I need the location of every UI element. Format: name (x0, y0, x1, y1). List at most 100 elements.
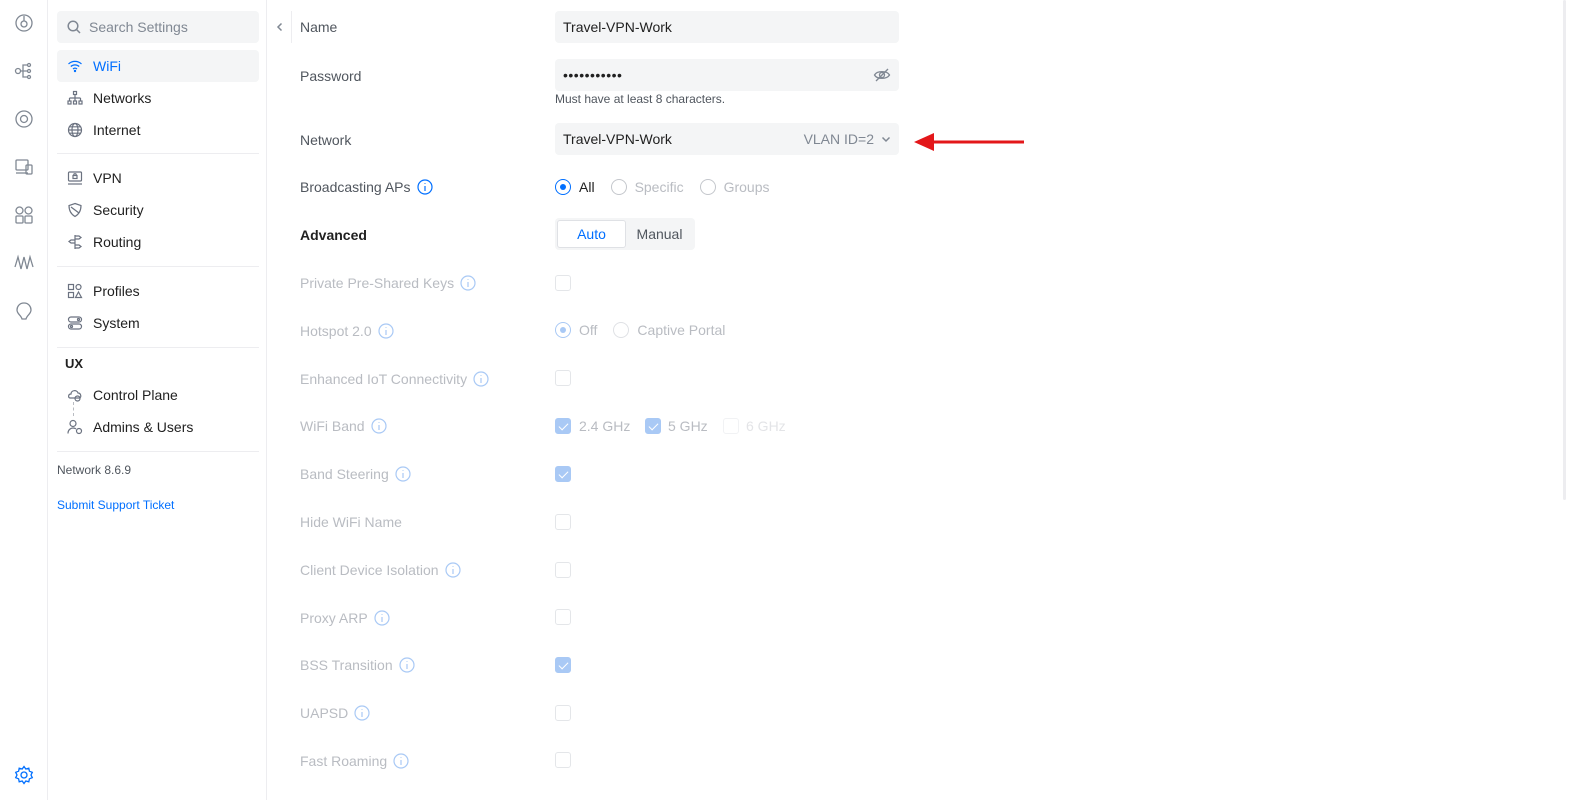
sidebar-item-label: Profiles (93, 283, 140, 299)
globe-icon (66, 121, 84, 139)
apps-icon[interactable] (12, 203, 36, 227)
control-plane-icon (66, 386, 84, 404)
private-psk-checkbox[interactable] (555, 275, 571, 291)
radio-label: Off (579, 322, 598, 338)
info-icon[interactable] (370, 418, 387, 434)
uapsd-checkbox[interactable] (555, 705, 571, 721)
iot-checkbox[interactable] (555, 370, 571, 386)
info-icon[interactable] (374, 610, 390, 626)
red-arrow-annotation (914, 133, 1024, 151)
sidebar-item-internet[interactable]: Internet (57, 114, 259, 146)
info-icon[interactable] (395, 466, 411, 482)
broadcasting-aps-radio-group: All Specific Groups (555, 179, 786, 195)
band-steering-label-text: Band Steering (300, 466, 389, 482)
networks-icon (66, 89, 84, 107)
info-icon[interactable] (393, 753, 409, 769)
radio-label: All (579, 179, 595, 195)
band-5ghz-checkbox[interactable] (645, 418, 661, 434)
name-input[interactable] (563, 19, 891, 35)
sidebar-item-networks[interactable]: Networks (57, 82, 259, 114)
proxy-arp-checkbox[interactable] (555, 609, 571, 625)
settings-icon[interactable] (12, 763, 36, 787)
sidebar-item-security[interactable]: Security (57, 194, 259, 226)
password-input[interactable] (563, 67, 873, 83)
sidebar-item-label: Security (93, 202, 144, 218)
sidebar-item-label: VPN (93, 170, 122, 186)
band-2-4ghz-checkbox[interactable] (555, 418, 571, 434)
chevron-down-icon (874, 134, 891, 144)
info-icon[interactable] (460, 275, 476, 291)
iot-label: Enhanced IoT Connectivity (300, 371, 489, 387)
broadcasting-aps-label: Broadcasting APs (300, 179, 433, 195)
info-icon[interactable] (378, 323, 394, 339)
search-box[interactable] (57, 11, 259, 43)
radio-all[interactable]: All (555, 179, 595, 195)
radio-label: Captive Portal (637, 322, 726, 338)
settings-sidebar: WiFi Networks Internet VPN Security Rout… (49, 0, 267, 800)
divider (57, 347, 259, 348)
iot-label-text: Enhanced IoT Connectivity (300, 371, 468, 387)
sidebar-item-admins[interactable]: Admins & Users (57, 411, 259, 443)
radio-label: Groups (723, 179, 770, 195)
password-field-wrapper (555, 59, 899, 91)
collapse-sidebar-button[interactable] (268, 11, 292, 43)
info-icon[interactable] (416, 179, 433, 195)
search-icon (67, 20, 81, 34)
sidebar-item-profiles[interactable]: Profiles (57, 275, 259, 307)
sidebar-item-wifi[interactable]: WiFi (57, 50, 259, 82)
client-isolation-label-text: Client Device Isolation (300, 562, 439, 578)
band-6ghz-checkbox[interactable] (723, 418, 739, 434)
hide-wifi-name-checkbox[interactable] (555, 514, 571, 530)
clients-icon[interactable] (12, 155, 36, 179)
divider (57, 451, 259, 452)
sidebar-item-routing[interactable]: Routing (57, 226, 259, 258)
uapsd-label: UAPSD (300, 705, 370, 721)
insights-icon[interactable] (12, 251, 36, 275)
info-icon[interactable] (354, 705, 370, 721)
eye-off-icon[interactable] (873, 66, 891, 84)
advanced-auto-button[interactable]: Auto (557, 220, 626, 248)
password-hint: Must have at least 8 characters. (555, 92, 726, 106)
proxy-arp-label: Proxy ARP (300, 610, 390, 626)
divider (57, 266, 259, 267)
hotspot-label: Hotspot 2.0 (300, 323, 394, 339)
radio-specific[interactable]: Specific (610, 179, 684, 195)
sidebar-item-vpn[interactable]: VPN (57, 162, 259, 194)
fast-roaming-label: Fast Roaming (300, 753, 409, 769)
sidebar-item-system[interactable]: System (57, 307, 259, 339)
sidebar-item-label: Networks (93, 90, 152, 106)
search-input[interactable] (89, 19, 259, 35)
devices-icon[interactable] (12, 107, 36, 131)
bss-transition-checkbox[interactable] (555, 657, 571, 673)
band-6ghz-label: 6 GHz (746, 418, 786, 434)
info-icon[interactable] (473, 371, 489, 387)
client-isolation-checkbox[interactable] (555, 562, 571, 578)
info-icon[interactable] (399, 657, 415, 673)
sidebar-item-control-plane[interactable]: Control Plane (57, 379, 259, 411)
broadcasting-aps-label-text: Broadcasting APs (300, 179, 411, 195)
sidebar-item-label: Control Plane (93, 387, 178, 403)
innerspace-icon[interactable] (12, 299, 36, 323)
radio-captive-portal[interactable]: Captive Portal (613, 322, 725, 338)
private-psk-label: Private Pre-Shared Keys (300, 275, 476, 291)
divider (57, 153, 259, 154)
wifi-band-label: WiFi Band (300, 418, 387, 434)
advanced-label: Advanced (300, 227, 367, 243)
sidebar-item-label: WiFi (93, 58, 121, 74)
band-steering-checkbox[interactable] (555, 466, 571, 482)
topology-icon[interactable] (12, 59, 36, 83)
chevron-left-icon (275, 22, 285, 32)
scrollbar[interactable] (1563, 0, 1566, 500)
advanced-manual-button[interactable]: Manual (626, 220, 693, 248)
submit-support-ticket-link[interactable]: Submit Support Ticket (57, 498, 174, 512)
radio-hotspot-off[interactable]: Off (555, 322, 597, 338)
password-label: Password (300, 68, 362, 84)
dashboard-icon[interactable] (12, 11, 36, 35)
info-icon[interactable] (444, 562, 461, 578)
fast-roaming-checkbox[interactable] (555, 752, 571, 768)
radio-groups[interactable]: Groups (699, 179, 770, 195)
network-select[interactable]: Travel-VPN-Work VLAN ID=2 (555, 123, 899, 155)
vlan-id-text: VLAN ID=2 (803, 131, 874, 147)
bss-transition-label-text: BSS Transition (300, 657, 393, 673)
network-select-value: Travel-VPN-Work (563, 131, 672, 147)
